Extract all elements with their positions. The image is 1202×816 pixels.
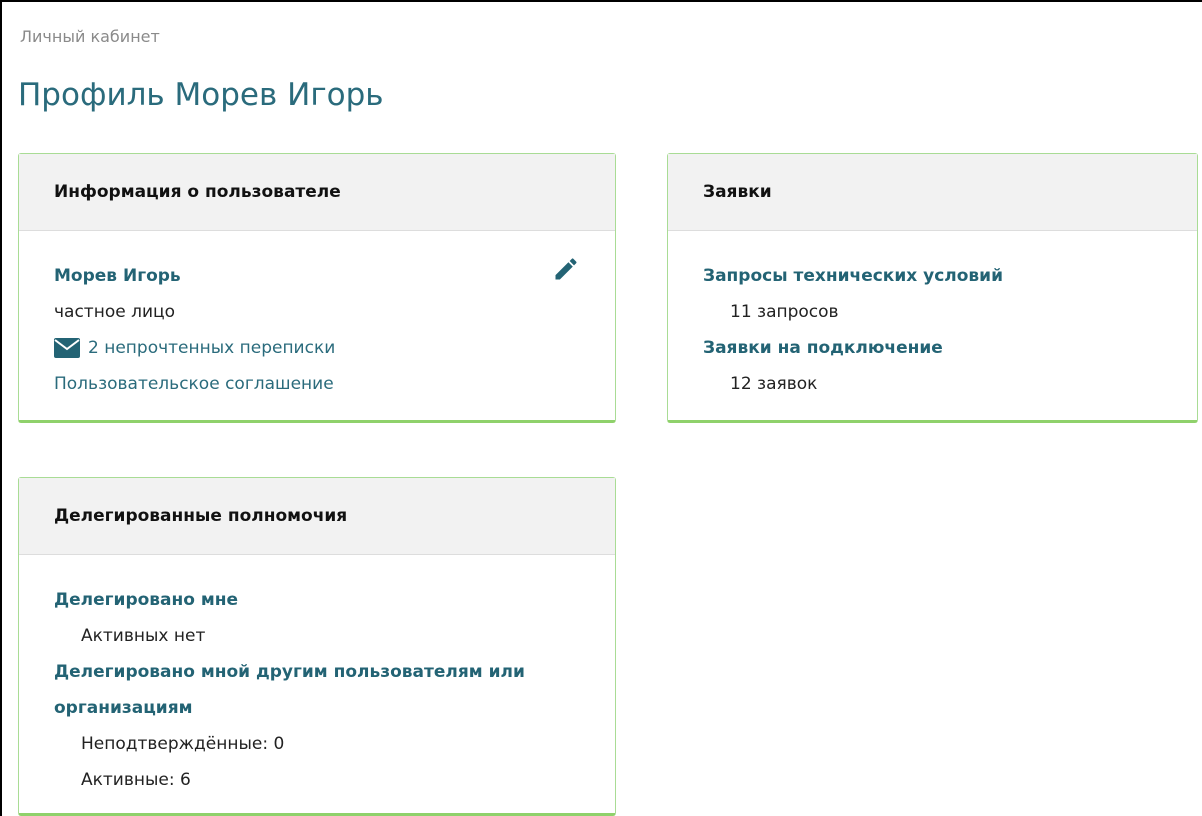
tech-conditions-count: 11 запросов <box>730 302 839 322</box>
delegation-card-body: Делегировано мне Активных нет Делегирова… <box>19 555 615 798</box>
user-agreement-link[interactable]: Пользовательское соглашение <box>54 374 334 394</box>
user-type: частное лицо <box>54 302 175 322</box>
delegated-to-me-link[interactable]: Делегировано мне <box>54 582 580 618</box>
unread-messages-link[interactable]: 2 непрочтенных переписки <box>54 330 580 366</box>
delegated-by-me-link[interactable]: Делегировано мной другим пользователям и… <box>54 654 584 726</box>
connection-requests-count: 12 заявок <box>730 374 818 394</box>
delegated-to-me-status: Активных нет <box>81 626 206 646</box>
user-info-card: Информация о пользователе Морев Игорь ча… <box>18 153 616 423</box>
unread-messages-label: 2 непрочтенных переписки <box>88 338 336 358</box>
requests-card-header: Заявки <box>668 154 1197 231</box>
delegation-card-header: Делегированные полномочия <box>19 478 615 555</box>
delegation-card: Делегированные полномочия Делегировано м… <box>18 477 616 816</box>
user-name-link[interactable]: Морев Игорь <box>54 258 580 294</box>
requests-card-body: Запросы технических условий 11 запросов … <box>668 231 1197 402</box>
page-title: Профиль Морев Игорь <box>18 77 384 113</box>
delegated-unconfirmed: Неподтверждённые: 0 <box>81 734 285 754</box>
requests-card: Заявки Запросы технических условий 11 за… <box>667 153 1198 423</box>
connection-requests-link[interactable]: Заявки на подключение <box>703 330 1162 366</box>
envelope-icon <box>54 338 80 358</box>
user-info-card-header: Информация о пользователе <box>19 154 615 231</box>
user-info-card-body: Морев Игорь частное лицо 2 непрочтенных … <box>19 231 615 402</box>
tech-conditions-link[interactable]: Запросы технических условий <box>703 258 1162 294</box>
pencil-icon[interactable] <box>552 255 580 283</box>
breadcrumb[interactable]: Личный кабинет <box>20 27 160 46</box>
delegated-active: Активные: 6 <box>81 770 191 790</box>
